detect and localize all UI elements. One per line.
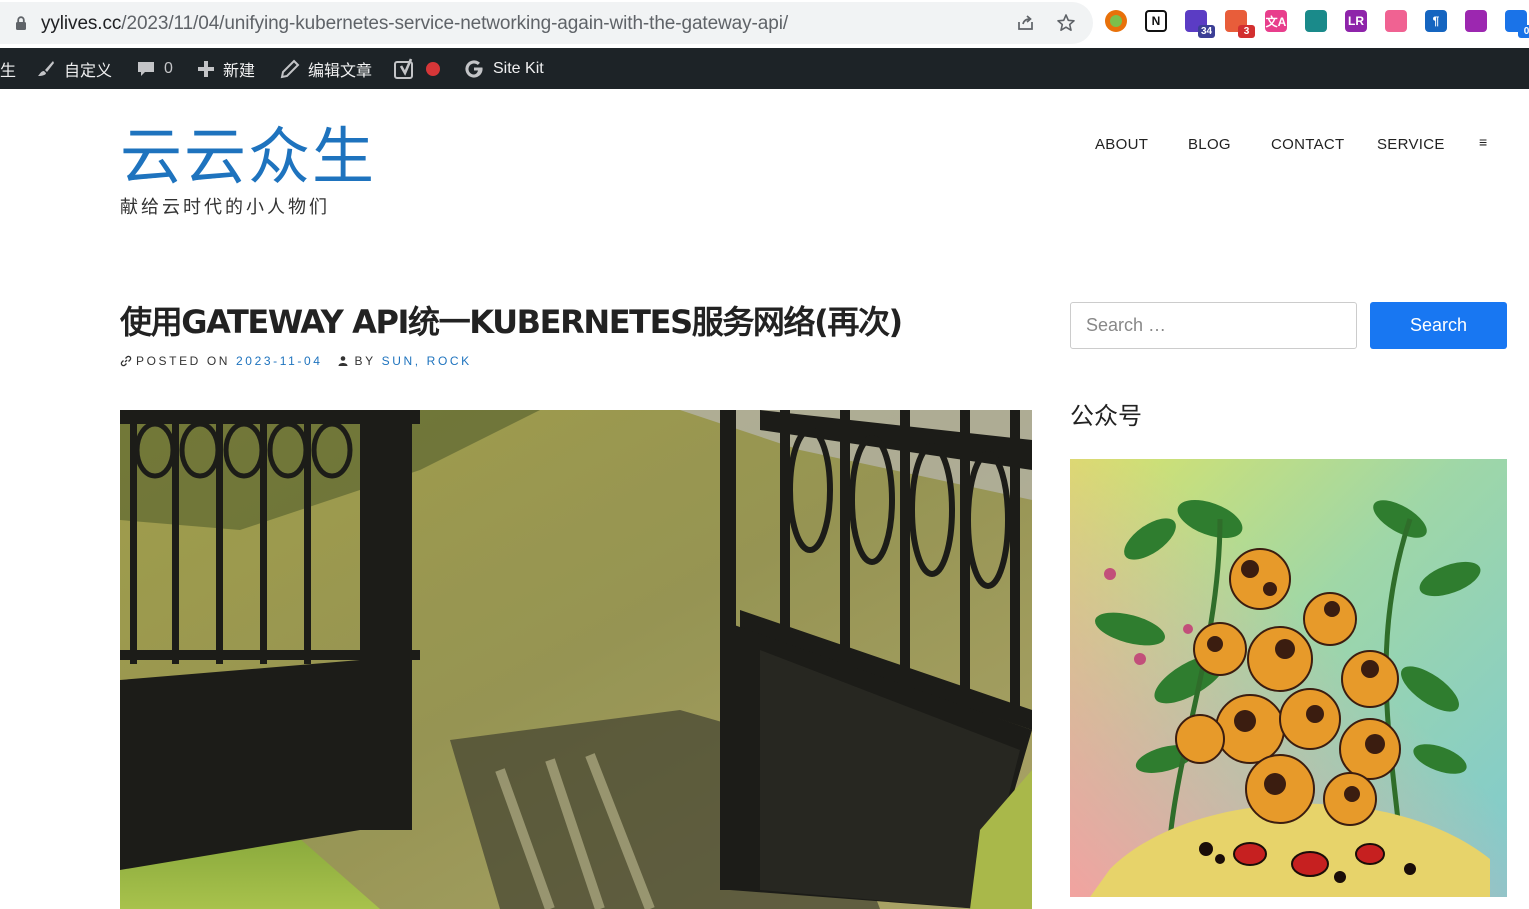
admin-edit-post-link[interactable]: 编辑文章 — [280, 48, 372, 89]
comment-icon — [138, 61, 154, 76]
admin-comments-count: 0 — [164, 59, 173, 77]
post-title: 使用GATEWAY API统一KUBERNETES服务网络(再次) — [120, 303, 903, 341]
ext-translate-icon[interactable]: 文A — [1265, 10, 1287, 32]
admin-new-label: 新建 — [223, 62, 256, 80]
seo-status-dot — [426, 61, 440, 76]
pencil-icon — [280, 59, 300, 78]
admin-site-link[interactable]: 生 — [0, 48, 16, 89]
admin-site-kit-label: Site Kit — [493, 59, 544, 77]
ext-cookie-badge: 3 — [1238, 25, 1255, 38]
ext-green-circle-icon[interactable] — [1105, 10, 1127, 32]
admin-edit-post-label: 编辑文章 — [308, 62, 373, 80]
ext-lr-icon[interactable]: LR — [1345, 10, 1367, 32]
nav-service[interactable]: SERVICE — [1377, 136, 1445, 153]
nav-about[interactable]: ABOUT — [1095, 136, 1148, 153]
url-path: /2023/11/04/unifying-kubernetes-service-… — [121, 13, 789, 34]
search-input[interactable] — [1070, 302, 1357, 349]
ext-graduation-icon[interactable]: 34 — [1185, 10, 1215, 38]
admin-customize-label: 自定义 — [64, 62, 113, 80]
post-date-link[interactable]: 2023-11-04 — [236, 354, 323, 368]
ladybug-illustration — [1070, 459, 1507, 897]
ext-notion-icon[interactable]: N — [1145, 10, 1167, 32]
site-title[interactable]: 云云众生 — [120, 122, 376, 192]
author-icon — [338, 356, 348, 366]
wechat-qr-image — [1070, 459, 1507, 897]
ext-pilcrow-icon[interactable]: ¶ — [1425, 10, 1447, 32]
brush-icon — [38, 60, 54, 76]
nav-contact[interactable]: CONTACT — [1271, 136, 1344, 153]
posted-on-label: POSTED ON — [136, 354, 231, 368]
share-icon[interactable] — [1016, 13, 1036, 33]
ext-cloud-icon[interactable] — [1385, 10, 1407, 32]
admin-customize-link[interactable]: 自定义 — [36, 48, 112, 89]
google-g-icon — [465, 59, 483, 78]
admin-comments-link[interactable]: 0 — [136, 48, 173, 89]
featured-image-gate — [120, 410, 1032, 909]
address-bar[interactable]: yylives.cc/2023/11/04/unifying-kubernete… — [0, 2, 1093, 44]
ext-graduation-badge: 34 — [1198, 25, 1215, 38]
star-icon[interactable] — [1056, 13, 1076, 33]
ext-translate-label: 文A — [1265, 14, 1287, 29]
ext-refresh-badge: 0 — [1518, 25, 1529, 38]
admin-site-fragment: 生 — [0, 62, 17, 80]
post-author-link[interactable]: SUN, ROCK — [382, 354, 472, 368]
ext-pilcrow-label: ¶ — [1432, 14, 1440, 28]
admin-site-kit-link[interactable]: Site Kit — [463, 48, 544, 89]
site-description: 献给云时代的小人物们 — [120, 197, 330, 218]
wp-admin-bar: 生 自定义 0 新建 编辑文章 Site Kit — [0, 48, 1529, 89]
post-meta: POSTED ON 2023-11-04 BY SUN, ROCK — [120, 354, 472, 368]
url-text[interactable]: yylives.cc/2023/11/04/unifying-kubernete… — [41, 13, 788, 35]
link-icon — [120, 355, 132, 367]
widget-title: 公众号 — [1070, 402, 1142, 430]
plus-icon — [198, 60, 214, 77]
search-button[interactable]: Search — [1370, 302, 1507, 349]
lock-icon[interactable] — [14, 15, 28, 31]
ext-notion-label: N — [1151, 14, 1161, 28]
ext-cookie-icon[interactable]: 3 — [1225, 10, 1255, 38]
ext-grid-icon[interactable] — [1305, 10, 1327, 32]
ext-openai-icon[interactable] — [1465, 10, 1487, 32]
gate-photo — [120, 410, 1032, 909]
by-label: BY — [354, 354, 376, 368]
ext-lr-label: LR — [1348, 14, 1364, 28]
yoast-icon — [394, 57, 413, 79]
url-host: yylives.cc — [41, 13, 122, 34]
menu-toggle-icon[interactable]: ≡ — [1479, 134, 1487, 150]
nav-blog[interactable]: BLOG — [1188, 136, 1231, 153]
admin-yoast-link[interactable] — [394, 48, 440, 89]
admin-new-link[interactable]: 新建 — [197, 48, 255, 89]
ext-refresh-icon[interactable]: 0 — [1505, 10, 1529, 38]
browser-toolbar: yylives.cc/2023/11/04/unifying-kubernete… — [0, 0, 1529, 48]
